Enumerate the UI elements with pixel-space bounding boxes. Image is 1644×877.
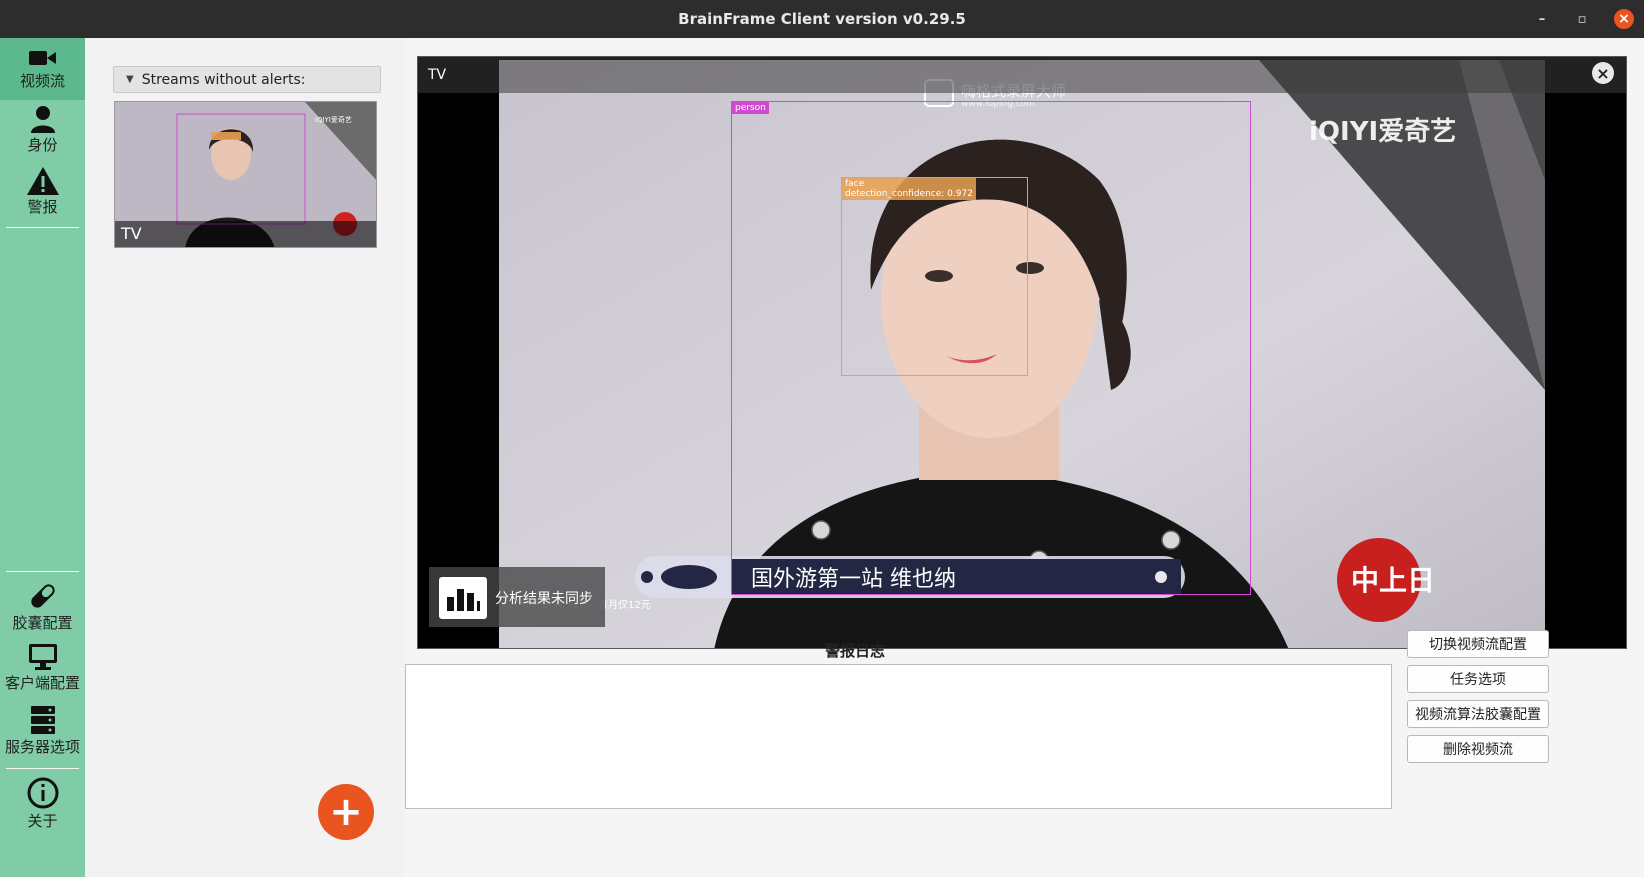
sidebar-item-capsule-config[interactable]: 胶囊配置 bbox=[0, 580, 85, 640]
face-detection-confidence: detection_confidence: 0.972 bbox=[845, 189, 973, 199]
face-detection-class: face bbox=[845, 179, 865, 189]
video-title-bar bbox=[418, 57, 1626, 93]
streams-panel: ▼ Streams without alerts: iQIYI爱奇艺 TV + bbox=[85, 38, 405, 877]
sidebar-item-server-options[interactable]: 服务器选项 bbox=[0, 704, 85, 764]
delete-stream-button[interactable]: 删除视频流 bbox=[1407, 735, 1549, 763]
bar-chart-icon bbox=[439, 577, 487, 619]
alert-log-area[interactable] bbox=[405, 664, 1392, 809]
sidebar-item-label: 服务器选项 bbox=[4, 738, 80, 756]
sidebar-item-label: 警报 bbox=[27, 198, 58, 216]
window-controls: – ▫ × bbox=[1534, 0, 1634, 38]
face-detection-label: face detection_confidence: 0.972 bbox=[842, 178, 976, 200]
streams-group-label: Streams without alerts: bbox=[141, 71, 306, 88]
video-viewer[interactable]: iQIYI爱奇艺 中上日 国外游第一站 维也纳 嗨格式录屏大师 www.lupi… bbox=[417, 56, 1627, 649]
close-button[interactable]: × bbox=[1614, 9, 1634, 29]
close-stream-icon[interactable]: × bbox=[1592, 62, 1614, 84]
sidebar-item-label: 客户端配置 bbox=[4, 674, 80, 692]
info-icon bbox=[27, 777, 58, 809]
person-detection-label: person bbox=[732, 102, 769, 114]
add-stream-button[interactable]: + bbox=[318, 784, 374, 840]
stream-thumbnail-label: TV bbox=[115, 221, 376, 247]
sidebar-item-about[interactable]: 关于 bbox=[0, 776, 85, 836]
sync-status-text: 分析结果未同步 bbox=[495, 591, 593, 607]
server-icon bbox=[30, 706, 55, 734]
video-title: TV bbox=[428, 67, 447, 83]
window-title: BrainFrame Client version v0.29.5 bbox=[678, 10, 966, 28]
task-options-button[interactable]: 任务选项 bbox=[1407, 665, 1549, 693]
sidebar-item-label: 关于 bbox=[27, 812, 58, 830]
person-icon bbox=[30, 106, 55, 133]
sidebar-separator bbox=[6, 571, 79, 572]
capsule-icon bbox=[30, 584, 55, 608]
streams-group-header[interactable]: ▼ Streams without alerts: bbox=[113, 66, 381, 93]
sidebar-item-label: 身份 bbox=[27, 136, 58, 154]
alert-log-title: 警报日志 bbox=[825, 642, 886, 660]
sidebar: 视频流 身份 警报 胶囊配置 客户端配置 服务器选项 关于 bbox=[0, 38, 85, 877]
warning-icon bbox=[26, 167, 59, 195]
sidebar-item-alerts[interactable]: 警报 bbox=[0, 166, 85, 226]
main-area: iQIYI爱奇艺 中上日 国外游第一站 维也纳 嗨格式录屏大师 www.lupi… bbox=[405, 38, 1644, 877]
sidebar-item-video-streams[interactable]: 视频流 bbox=[0, 38, 85, 100]
maximize-button[interactable]: ▫ bbox=[1574, 12, 1590, 27]
corner-logo-text: 中上日 bbox=[1351, 564, 1435, 597]
sidebar-item-client-config[interactable]: 客户端配置 bbox=[0, 642, 85, 702]
iqiyi-watermark: iQIYI爱奇艺 bbox=[1309, 117, 1456, 147]
video-camera-icon bbox=[28, 51, 56, 65]
sync-status-overlay: 分析结果未同步 bbox=[429, 567, 605, 627]
window-titlebar: BrainFrame Client version v0.29.5 – ▫ × bbox=[0, 0, 1644, 38]
switch-stream-config-button[interactable]: 切换视频流配置 bbox=[1407, 630, 1549, 658]
stream-thumbnail-tv[interactable]: iQIYI爱奇艺 TV bbox=[114, 101, 377, 248]
face-detection-box: face detection_confidence: 0.972 bbox=[841, 177, 1028, 376]
stream-capsule-config-button[interactable]: 视频流算法胶囊配置 bbox=[1407, 700, 1549, 728]
minimize-button[interactable]: – bbox=[1534, 12, 1550, 27]
sidebar-separator bbox=[6, 227, 79, 228]
monitor-icon bbox=[28, 644, 57, 670]
sidebar-item-identities[interactable]: 身份 bbox=[0, 104, 85, 164]
sidebar-item-label: 胶囊配置 bbox=[12, 614, 73, 632]
sidebar-item-label: 视频流 bbox=[19, 72, 65, 90]
svg-text:iQIYI爱奇艺: iQIYI爱奇艺 bbox=[315, 115, 352, 124]
sidebar-separator bbox=[6, 768, 79, 769]
collapse-triangle-icon: ▼ bbox=[126, 74, 134, 85]
